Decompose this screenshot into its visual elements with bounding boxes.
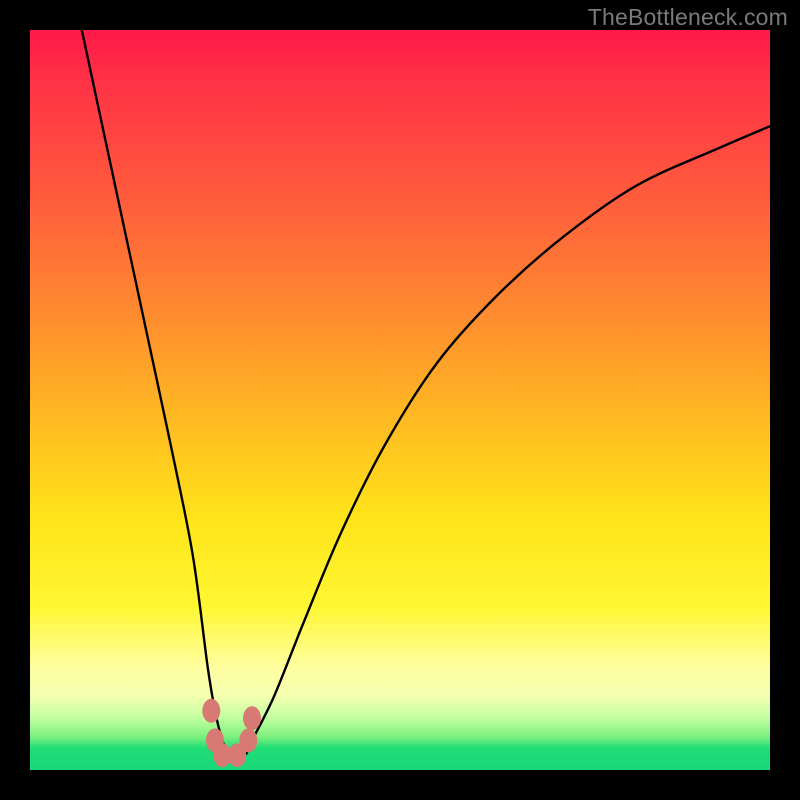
curve-marker xyxy=(239,728,257,752)
curve-marker xyxy=(202,699,220,723)
curve-layer xyxy=(30,30,770,770)
chart-frame: TheBottleneck.com xyxy=(0,0,800,800)
curve-marker xyxy=(243,706,261,730)
bottleneck-curve xyxy=(82,30,770,757)
plot-area xyxy=(30,30,770,770)
curve-markers xyxy=(202,699,261,767)
watermark-text: TheBottleneck.com xyxy=(588,4,788,31)
